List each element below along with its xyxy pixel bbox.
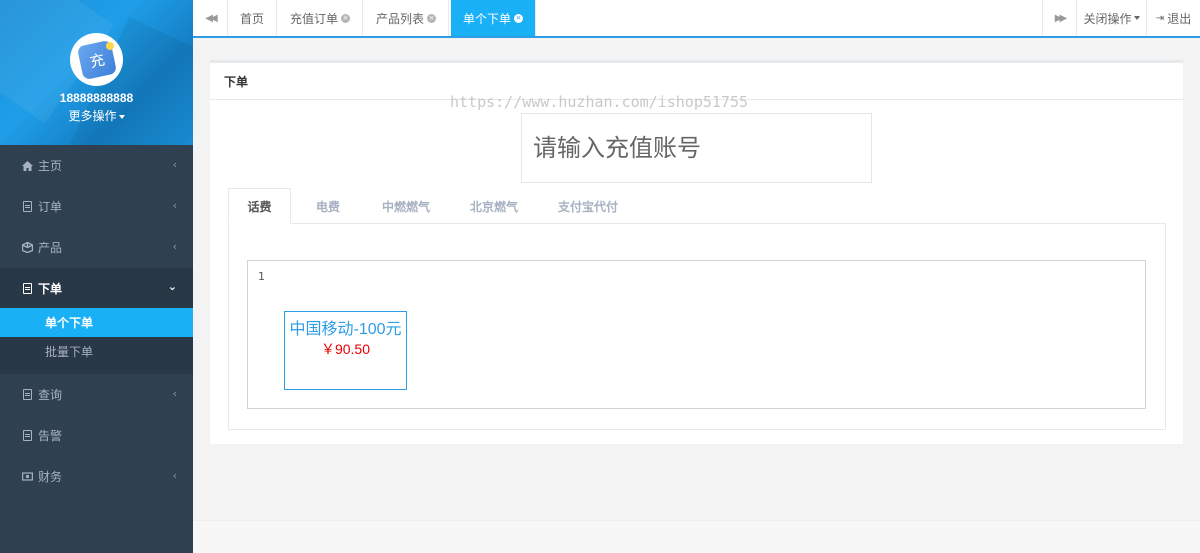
tab-label: 话费 — [247, 199, 272, 214]
tab-home[interactable]: 首页 — [228, 0, 278, 36]
profile-header: 充 18888888888 更多操作 — [0, 0, 193, 145]
sidebar-item-place-order[interactable]: 下单 ⌄ — [0, 268, 193, 309]
close-icon[interactable]: × — [341, 13, 351, 23]
logout-label: 退出 — [1167, 11, 1192, 26]
watermark-text: https://www.huzhan.com/ishop51755 — [450, 93, 749, 111]
sidebar-item-label: 下单 — [38, 282, 63, 296]
document-icon — [22, 283, 33, 294]
footer-bar — [193, 520, 1200, 553]
tab-label: 单个下单 — [463, 11, 512, 26]
sidebar-subitem-single-order[interactable]: 单个下单 — [0, 308, 193, 337]
tab-label: 首页 — [240, 11, 265, 26]
sidebar-item-label: 主页 — [38, 159, 63, 173]
caret-down-icon — [118, 114, 125, 119]
order-panel: 下单 https://www.huzhan.com/ishop51755 话费 … — [210, 60, 1183, 444]
tab-content: 1 中国移动-100元 ￥90.50 — [228, 223, 1166, 430]
chevron-left-icon: ‹ — [172, 469, 177, 482]
document-icon — [22, 430, 33, 441]
tab-bar: ◀◀ 首页 充值订单 × 产品列表 × 单个下单 × ▶▶ 关闭操作 ⇥ 退出 — [193, 0, 1200, 38]
close-icon[interactable]: × — [514, 13, 524, 23]
product-group-name: 1 — [258, 270, 265, 283]
caret-down-icon — [1133, 16, 1140, 20]
sidebar-item-label: 查询 — [38, 388, 63, 402]
tab-label: 充值订单 — [290, 11, 339, 26]
tab-label: 产品列表 — [376, 11, 425, 26]
recharge-account-input[interactable] — [521, 113, 872, 183]
avatar[interactable]: 充 — [70, 33, 123, 86]
chevron-left-icon: ‹ — [172, 158, 177, 171]
scroll-tabs-left-button[interactable]: ◀◀ — [193, 0, 228, 36]
tab-label: 支付宝代付 — [557, 199, 618, 214]
sidebar-item-alerts[interactable]: 告警 — [0, 415, 193, 456]
tab-zhongran-gas[interactable]: 中燃燃气 — [368, 188, 444, 224]
document-icon — [22, 201, 33, 212]
chevron-down-icon: ⌄ — [167, 280, 177, 293]
sidebar-subitem-batch-order[interactable]: 批量下单 — [0, 337, 193, 366]
tab-single-order[interactable]: 单个下单 × — [451, 0, 537, 36]
scroll-tabs-right-button[interactable]: ▶▶ — [1042, 0, 1077, 36]
chevron-left-icon: ‹ — [172, 240, 177, 253]
sidebar-item-orders[interactable]: 订单 ‹ — [0, 186, 193, 227]
tab-product-list[interactable]: 产品列表 × — [364, 0, 450, 36]
product-price: ￥90.50 — [320, 341, 371, 357]
close-ops-label: 关闭操作 — [1083, 11, 1132, 26]
tab-label: 电费 — [315, 199, 340, 214]
username: 18888888888 — [59, 91, 134, 105]
double-chevron-left-icon: ◀◀ — [205, 12, 218, 24]
money-icon — [22, 471, 33, 482]
tab-alipay-payment[interactable]: 支付宝代付 — [548, 188, 628, 224]
tab-beijing-gas[interactable]: 北京燃气 — [456, 188, 532, 224]
document-icon — [22, 389, 33, 400]
tab-electricity[interactable]: 电费 — [295, 188, 361, 224]
chevron-left-icon: ‹ — [172, 387, 177, 400]
tab-phone-bill[interactable]: 话费 — [228, 188, 291, 224]
sidebar-item-products[interactable]: 产品 ‹ — [0, 227, 193, 268]
home-icon — [22, 160, 33, 171]
logout-button[interactable]: ⇥ 退出 — [1147, 0, 1200, 36]
sidebar-item-label: 产品 — [38, 241, 63, 255]
more-ops-dropdown[interactable]: 更多操作 — [0, 107, 193, 124]
sidebar-subitem-label: 单个下单 — [45, 316, 94, 330]
double-chevron-right-icon: ▶▶ — [1054, 12, 1068, 24]
sidebar-item-label: 财务 — [38, 470, 63, 484]
product-card[interactable]: 中国移动-100元 ￥90.50 — [284, 311, 407, 390]
sidebar-item-home[interactable]: 主页 ‹ — [0, 145, 193, 186]
close-ops-dropdown[interactable]: 关闭操作 — [1077, 0, 1147, 36]
tab-label: 中燃燃气 — [381, 199, 430, 214]
cube-icon — [22, 242, 33, 253]
product-name: 中国移动-100元 — [289, 321, 402, 338]
chevron-left-icon: ‹ — [172, 199, 177, 212]
close-icon[interactable]: × — [427, 13, 437, 23]
tab-label: 北京燃气 — [469, 199, 518, 214]
product-group: 1 中国移动-100元 ￥90.50 — [247, 260, 1146, 409]
tab-recharge-orders[interactable]: 充值订单 × — [278, 0, 364, 36]
sidebar-item-label: 告警 — [38, 429, 63, 443]
sidebar-item-label: 订单 — [38, 200, 63, 214]
sidebar-item-query[interactable]: 查询 ‹ — [0, 374, 193, 415]
sidebar-subitem-label: 批量下单 — [45, 345, 94, 359]
more-ops-label: 更多操作 — [68, 109, 117, 123]
sidebar: 充 18888888888 更多操作 主页 ‹ 订单 ‹ 产品 ‹ 下单 ⌄ 单… — [0, 0, 193, 553]
logout-icon: ⇥ — [1155, 12, 1165, 24]
category-tabs: 话费 电费 中燃燃气 北京燃气 支付宝代付 1 中国移动-100元 ￥90.50 — [228, 188, 1166, 430]
sidebar-item-finance[interactable]: 财务 ‹ — [0, 456, 193, 497]
